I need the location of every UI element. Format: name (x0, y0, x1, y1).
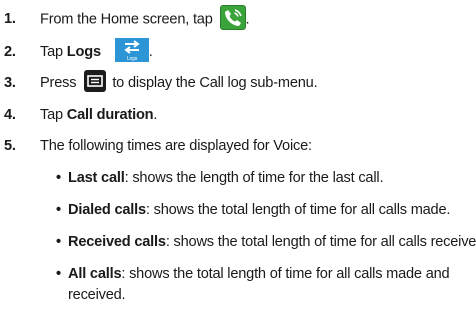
step-text-before: From the Home screen, tap (40, 11, 213, 28)
bullet-term: Dialed calls (68, 202, 146, 218)
step-bold-term: Call duration (66, 107, 154, 123)
bullet-item-dialed-calls: • Dialed calls: shows the total length of… (56, 202, 451, 218)
step-number: 2. (4, 44, 16, 60)
bullet-continuation: received. (68, 287, 126, 303)
step-text-before: Tap (40, 107, 63, 123)
bullet-item-last-call: • Last call: shows the length of time for… (56, 170, 384, 186)
step-text-after: . (245, 11, 250, 28)
step-text: Tap Logs Logs . (40, 38, 153, 64)
bullet-item-received-calls: • Received calls: shows the total length … (56, 230, 476, 254)
step-text: From the Home screen, tap . (40, 5, 250, 32)
bullet-text: : shows the total length of time for all… (165, 234, 476, 250)
phone-icon (219, 5, 246, 30)
step-number: 1. (4, 11, 16, 27)
step-text-after: . (148, 44, 153, 60)
bullet-term: Last call (68, 170, 125, 186)
bullet-text: : shows the total length of time for all… (145, 202, 451, 218)
step-bold-term: Logs (66, 44, 101, 60)
menu-icon (84, 70, 107, 93)
logs-icon-label: Logs (127, 56, 138, 62)
step-number: 5. (4, 138, 16, 154)
bullet-text: : shows the total length of time for all… (121, 266, 450, 282)
step-text-after: to display the Call log sub-menu. (112, 75, 318, 91)
step-text-before: Press (40, 75, 77, 91)
bullet-text: : shows the length of time for the last … (124, 170, 384, 186)
bullet-term: All calls (68, 266, 122, 282)
step-text-before: Tap (40, 44, 63, 60)
step-text: Tap Call duration. (40, 103, 157, 127)
step-text: Press to display the Call log sub-menu. (40, 70, 318, 95)
step-text: The following times are displayed for Vo… (40, 138, 312, 154)
bullet-term: Received calls (68, 234, 166, 250)
instruction-page: 1. From the Home screen, tap . 2. Tap Lo… (0, 0, 476, 318)
step-number: 3. (4, 75, 16, 91)
logs-icon: Logs (114, 38, 149, 63)
step-text-after: . (153, 107, 158, 123)
step-number: 4. (4, 107, 16, 123)
